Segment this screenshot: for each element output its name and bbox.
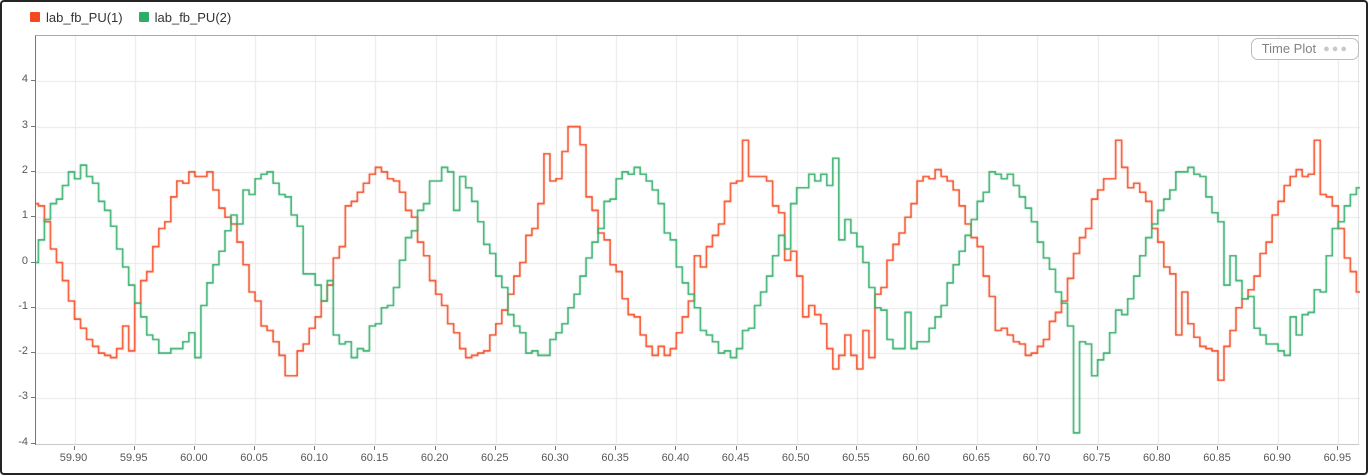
x-tick-mark bbox=[374, 446, 375, 450]
x-tick-label: 60.70 bbox=[1011, 452, 1061, 464]
plot-canvas[interactable] bbox=[36, 36, 1360, 446]
y-tick-label: -3 bbox=[4, 390, 28, 402]
x-tick-mark bbox=[856, 446, 857, 450]
x-tick-mark bbox=[1337, 446, 1338, 450]
x-tick-label: 60.40 bbox=[650, 452, 700, 464]
scope-window: lab_fb_PU(1) lab_fb_PU(2) Time Plot ●●● … bbox=[0, 0, 1368, 475]
x-tick-label: 60.30 bbox=[530, 452, 580, 464]
x-tick-label: 60.35 bbox=[590, 452, 640, 464]
x-tick-mark bbox=[194, 446, 195, 450]
x-tick-label: 59.90 bbox=[49, 452, 99, 464]
legend: lab_fb_PU(1) lab_fb_PU(2) bbox=[30, 8, 231, 26]
x-tick-label: 60.95 bbox=[1312, 452, 1362, 464]
legend-item-series1[interactable]: lab_fb_PU(1) bbox=[30, 10, 123, 25]
x-tick-label: 60.55 bbox=[831, 452, 881, 464]
time-plot-tab[interactable]: Time Plot ●●● bbox=[1251, 38, 1359, 60]
tab-menu-dots-icon[interactable]: ●●● bbox=[1323, 42, 1349, 55]
legend-label-series1: lab_fb_PU(1) bbox=[46, 10, 123, 25]
x-tick-mark bbox=[796, 446, 797, 450]
x-tick-mark bbox=[134, 446, 135, 450]
x-tick-mark bbox=[916, 446, 917, 450]
y-tick-label: -2 bbox=[4, 345, 28, 357]
x-tick-label: 60.60 bbox=[891, 452, 941, 464]
x-tick-label: 59.95 bbox=[109, 452, 159, 464]
x-tick-label: 60.85 bbox=[1192, 452, 1242, 464]
y-tick-label: -1 bbox=[4, 300, 28, 312]
y-tick-label: -4 bbox=[4, 436, 28, 448]
y-tick-label: 2 bbox=[4, 164, 28, 176]
x-tick-mark bbox=[74, 446, 75, 450]
x-tick-label: 60.75 bbox=[1072, 452, 1122, 464]
x-tick-mark bbox=[1036, 446, 1037, 450]
x-tick-mark bbox=[1277, 446, 1278, 450]
x-tick-label: 60.10 bbox=[289, 452, 339, 464]
series1-color-swatch-icon bbox=[30, 12, 40, 22]
x-tick-mark bbox=[254, 446, 255, 450]
x-tick-mark bbox=[1097, 446, 1098, 450]
x-tick-label: 60.25 bbox=[470, 452, 520, 464]
x-tick-label: 60.05 bbox=[229, 452, 279, 464]
x-tick-label: 60.50 bbox=[771, 452, 821, 464]
x-tick-label: 60.90 bbox=[1252, 452, 1302, 464]
x-tick-mark bbox=[675, 446, 676, 450]
x-tick-mark bbox=[495, 446, 496, 450]
x-tick-label: 60.45 bbox=[711, 452, 761, 464]
y-tick-label: 3 bbox=[4, 119, 28, 131]
time-plot-tab-label: Time Plot bbox=[1262, 41, 1316, 56]
x-tick-label: 60.65 bbox=[951, 452, 1001, 464]
x-tick-label: 60.20 bbox=[410, 452, 460, 464]
y-tick-label: 4 bbox=[4, 73, 28, 85]
legend-item-series2[interactable]: lab_fb_PU(2) bbox=[139, 10, 232, 25]
x-tick-mark bbox=[1217, 446, 1218, 450]
series2-color-swatch-icon bbox=[139, 12, 149, 22]
x-tick-mark bbox=[1157, 446, 1158, 450]
x-tick-mark bbox=[736, 446, 737, 450]
plot-area bbox=[35, 35, 1359, 445]
x-tick-mark bbox=[976, 446, 977, 450]
legend-label-series2: lab_fb_PU(2) bbox=[155, 10, 232, 25]
x-tick-label: 60.80 bbox=[1132, 452, 1182, 464]
y-tick-label: 0 bbox=[4, 255, 28, 267]
x-tick-label: 60.15 bbox=[349, 452, 399, 464]
x-tick-label: 60.00 bbox=[169, 452, 219, 464]
x-tick-mark bbox=[314, 446, 315, 450]
x-tick-mark bbox=[435, 446, 436, 450]
x-tick-mark bbox=[615, 446, 616, 450]
y-tick-label: 1 bbox=[4, 209, 28, 221]
x-tick-mark bbox=[555, 446, 556, 450]
